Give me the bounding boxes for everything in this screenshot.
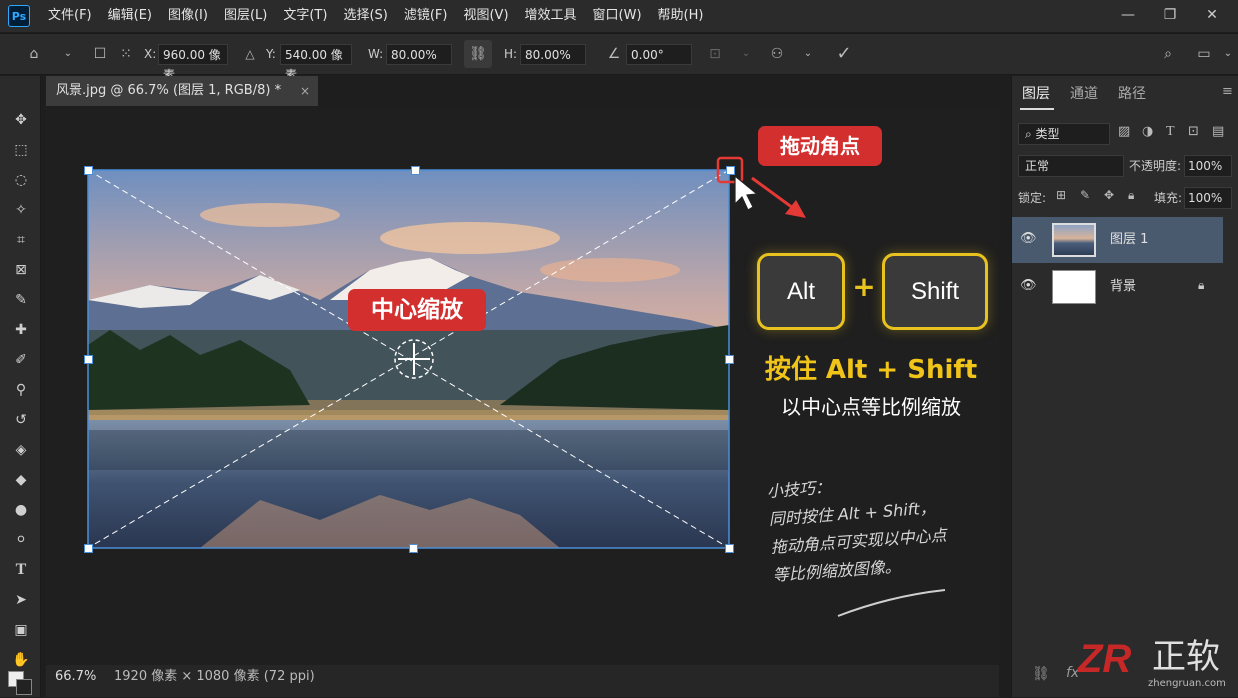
layer-thumbnail bbox=[1052, 270, 1096, 304]
document-info[interactable]: 1920 像素 × 1080 像素 (72 ppi) bbox=[114, 665, 315, 689]
layer-row[interactable]: 👁︎ 图层 1 bbox=[1012, 217, 1223, 263]
filter-type-icon[interactable]: T bbox=[1166, 124, 1175, 140]
blend-mode-select[interactable]: 正常 bbox=[1018, 155, 1124, 177]
watermark-logo: ZR bbox=[1078, 637, 1132, 681]
visibility-eye-icon[interactable]: 👁︎ bbox=[1020, 231, 1037, 246]
zoom-level[interactable]: 66.7% bbox=[55, 665, 96, 689]
layer-lock-icon: 🔒︎ bbox=[1198, 278, 1205, 292]
hold-keys-text: 按住 Alt + Shift bbox=[764, 355, 978, 385]
tab-channels[interactable]: 通道 bbox=[1070, 84, 1098, 104]
layer-row[interactable]: 👁︎ 背景 🔒︎ bbox=[1012, 264, 1223, 310]
transform-handle-bottom-left[interactable] bbox=[84, 544, 93, 553]
arrow-line bbox=[751, 176, 794, 210]
panel-menu-icon[interactable]: ≡ bbox=[1222, 84, 1233, 99]
drag-corner-callout: 拖动角点 bbox=[758, 126, 882, 166]
filter-search-icon: ⌕ bbox=[1025, 127, 1036, 141]
opacity-field[interactable]: 100% bbox=[1184, 155, 1232, 177]
alt-key: Alt bbox=[757, 253, 845, 330]
filter-pixel-icon[interactable]: ▨ bbox=[1118, 124, 1130, 139]
watermark: ZR 正软 zhengruan.com bbox=[1070, 634, 1238, 697]
fill-field[interactable]: 100% bbox=[1184, 187, 1232, 209]
lock-position-icon[interactable]: ✥ bbox=[1104, 188, 1114, 202]
tip-block: 小技巧： 同时按住 Alt + Shift， 拖动角点可实现以中心点 等比例缩放… bbox=[766, 462, 1003, 590]
tip-underline-stroke bbox=[837, 589, 946, 617]
shift-key: Shift bbox=[882, 253, 988, 330]
layers-panel: 图层 通道 路径 ≡ ⌕ 类型 ▨ ◑ T ⊡ ▤ 正常 不透明度: 100% … bbox=[1011, 76, 1238, 697]
filter-kind-select[interactable]: ⌕ 类型 bbox=[1018, 123, 1110, 145]
filter-adjustment-icon[interactable]: ◑ bbox=[1142, 124, 1153, 139]
filter-smart-object-icon[interactable]: ▤ bbox=[1212, 124, 1224, 139]
transform-handle-middle-left[interactable] bbox=[84, 355, 93, 364]
layer-name[interactable]: 图层 1 bbox=[1110, 217, 1148, 263]
opacity-label: 不透明度: bbox=[1129, 159, 1182, 173]
lock-all-icon[interactable]: 🔒︎ bbox=[1128, 188, 1134, 203]
filter-kind-value: 类型 bbox=[1035, 127, 1060, 141]
transform-handle-top-middle[interactable] bbox=[411, 166, 420, 175]
lock-label: 锁定: bbox=[1018, 191, 1047, 205]
transform-handle-top-right[interactable] bbox=[726, 166, 735, 175]
link-layers-icon[interactable]: ⛓ bbox=[1032, 666, 1050, 682]
transform-handle-bottom-right[interactable] bbox=[725, 544, 734, 553]
hold-keys-subtitle: 以中心点等比例缩放 bbox=[781, 395, 961, 419]
watermark-brand: 正软 bbox=[1152, 637, 1220, 677]
lock-image-icon[interactable]: ✎ bbox=[1080, 188, 1090, 202]
layer-thumbnail bbox=[1052, 223, 1096, 257]
visibility-eye-icon[interactable]: 👁︎ bbox=[1020, 278, 1037, 293]
layer-name[interactable]: 背景 bbox=[1110, 264, 1136, 310]
lock-transparent-icon[interactable]: ⊞ bbox=[1056, 188, 1066, 202]
transform-handle-middle-right[interactable] bbox=[725, 355, 734, 364]
filter-shape-icon[interactable]: ⊡ bbox=[1188, 124, 1199, 139]
transform-handle-top-left[interactable] bbox=[84, 166, 93, 175]
tab-paths[interactable]: 路径 bbox=[1118, 84, 1146, 104]
plus-sign: + bbox=[852, 270, 876, 303]
active-tab-indicator bbox=[1020, 108, 1054, 110]
watermark-url: zhengruan.com bbox=[1148, 678, 1226, 689]
tab-layers[interactable]: 图层 bbox=[1022, 84, 1050, 104]
fill-label: 填充: bbox=[1154, 191, 1183, 205]
center-scale-callout: 中心缩放 bbox=[348, 289, 486, 331]
status-bar: 66.7% 1920 像素 × 1080 像素 (72 ppi) bbox=[46, 665, 999, 697]
transform-handle-bottom-middle[interactable] bbox=[409, 544, 418, 553]
